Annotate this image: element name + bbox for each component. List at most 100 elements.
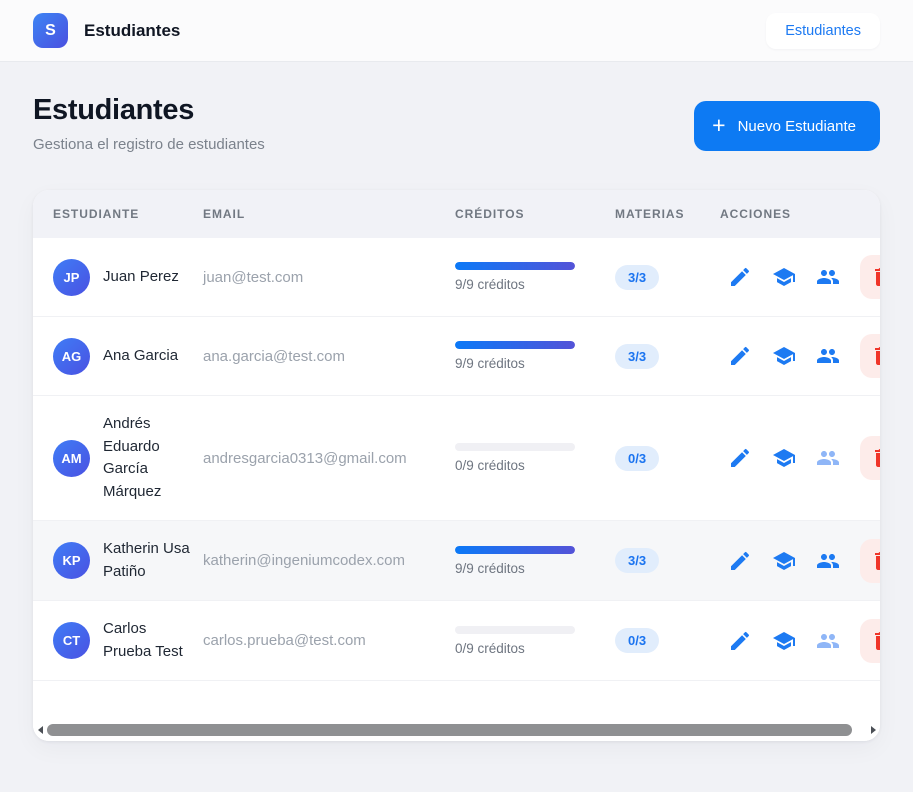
delete-button[interactable] (860, 619, 880, 663)
actions-cell (720, 419, 880, 497)
student-cell: KP Katherin Usa Patiño (53, 521, 203, 600)
materias-cell: 3/3 (615, 248, 720, 307)
credits-progress-bar (455, 546, 575, 554)
credits-label: 9/9 créditos (455, 356, 615, 371)
pencil-icon (728, 265, 752, 289)
trash-icon (870, 446, 880, 470)
column-header-creditos: Créditos (455, 207, 615, 221)
people-icon (816, 629, 840, 653)
pencil-icon (728, 344, 752, 368)
column-header-acciones: Acciones (720, 207, 880, 221)
brand: S Estudiantes (33, 13, 180, 48)
student-email: ana.garcia@test.com (203, 331, 455, 382)
student-cell: AM Andrés Eduardo García Márquez (53, 396, 203, 520)
student-cell: JP Juan Perez (53, 242, 203, 313)
credits-progress-bar (455, 443, 575, 451)
app-title: Estudiantes (84, 21, 180, 41)
edit-button[interactable] (728, 265, 752, 289)
table-row: AM Andrés Eduardo García Márquez andresg… (33, 396, 880, 521)
edit-button[interactable] (728, 446, 752, 470)
actions-cell (720, 522, 880, 600)
actions-cell (720, 238, 880, 316)
delete-button[interactable] (860, 334, 880, 378)
credits-cell: 9/9 créditos (455, 324, 615, 388)
column-header-estudiante: Estudiante (53, 207, 203, 221)
scroll-left-button[interactable] (33, 719, 47, 741)
new-student-button[interactable]: + Nuevo Estudiante (694, 101, 880, 151)
top-bar: S Estudiantes Estudiantes (0, 0, 913, 62)
column-header-materias: Materias (615, 207, 720, 221)
people-icon (816, 265, 840, 289)
groups-button[interactable] (816, 446, 840, 470)
delete-button[interactable] (860, 255, 880, 299)
scroll-left-arrow-icon (38, 726, 43, 734)
groups-button[interactable] (816, 344, 840, 368)
delete-button[interactable] (860, 539, 880, 583)
table-row: AG Ana Garcia ana.garcia@test.com 9/9 cr… (33, 317, 880, 396)
subjects-button[interactable] (772, 446, 796, 470)
credits-progress-fill (455, 262, 575, 270)
page-title: Estudiantes (33, 94, 265, 127)
scroll-right-button[interactable] (866, 719, 880, 741)
subjects-button[interactable] (772, 629, 796, 653)
table-row: CT Carlos Prueba Test carlos.prueba@test… (33, 601, 880, 681)
avatar-initials: AG (62, 349, 82, 364)
subjects-button[interactable] (772, 265, 796, 289)
trash-icon (870, 629, 880, 653)
pencil-icon (728, 549, 752, 573)
avatar-initials: CT (63, 633, 80, 648)
credits-cell: 0/9 créditos (455, 426, 615, 490)
materias-cell: 0/3 (615, 429, 720, 488)
student-name: Andrés Eduardo García Márquez (103, 413, 191, 503)
edit-button[interactable] (728, 629, 752, 653)
nav-estudiantes-button[interactable]: Estudiantes (766, 13, 880, 49)
scrollbar-thumb[interactable] (47, 724, 852, 736)
scrollbar-track[interactable] (47, 719, 866, 741)
actions-cell (720, 317, 880, 395)
trash-icon (870, 549, 880, 573)
table-body: JP Juan Perez juan@test.com 9/9 créditos… (33, 238, 880, 681)
student-email: carlos.prueba@test.com (203, 615, 455, 666)
subjects-button[interactable] (772, 549, 796, 573)
new-student-button-label: Nuevo Estudiante (738, 118, 856, 135)
trash-icon (870, 265, 880, 289)
delete-button[interactable] (860, 436, 880, 480)
groups-button[interactable] (816, 265, 840, 289)
groups-button[interactable] (816, 629, 840, 653)
materias-badge: 3/3 (615, 265, 659, 290)
groups-button[interactable] (816, 549, 840, 573)
graduation-cap-icon (772, 344, 796, 368)
page-subtitle: Gestiona el registro de estudiantes (33, 136, 265, 153)
student-name: Juan Perez (103, 266, 191, 289)
avatar: JP (53, 259, 90, 296)
subjects-button[interactable] (772, 344, 796, 368)
credits-progress-bar (455, 626, 575, 634)
trash-icon (870, 344, 880, 368)
avatar: CT (53, 622, 90, 659)
main-content: Estudiantes Gestiona el registro de estu… (0, 94, 913, 741)
credits-label: 0/9 créditos (455, 641, 615, 656)
edit-button[interactable] (728, 344, 752, 368)
edit-button[interactable] (728, 549, 752, 573)
avatar-initials: KP (62, 553, 80, 568)
graduation-cap-icon (772, 446, 796, 470)
column-header-email: Email (203, 207, 455, 221)
students-table-card: Estudiante Email Créditos Materias Accio… (33, 190, 880, 741)
scroll-right-arrow-icon (871, 726, 876, 734)
credits-progress-bar (455, 262, 575, 270)
graduation-cap-icon (772, 629, 796, 653)
credits-cell: 0/9 créditos (455, 609, 615, 673)
pencil-icon (728, 629, 752, 653)
page-header-text: Estudiantes Gestiona el registro de estu… (33, 94, 265, 153)
graduation-cap-icon (772, 549, 796, 573)
people-icon (816, 344, 840, 368)
materias-badge: 3/3 (615, 344, 659, 369)
plus-icon: + (712, 114, 725, 137)
app-logo-letter: S (45, 22, 56, 40)
people-icon (816, 549, 840, 573)
avatar-initials: AM (61, 451, 81, 466)
people-icon (816, 446, 840, 470)
table-row: JP Juan Perez juan@test.com 9/9 créditos… (33, 238, 880, 317)
credits-cell: 9/9 créditos (455, 529, 615, 593)
avatar: AG (53, 338, 90, 375)
